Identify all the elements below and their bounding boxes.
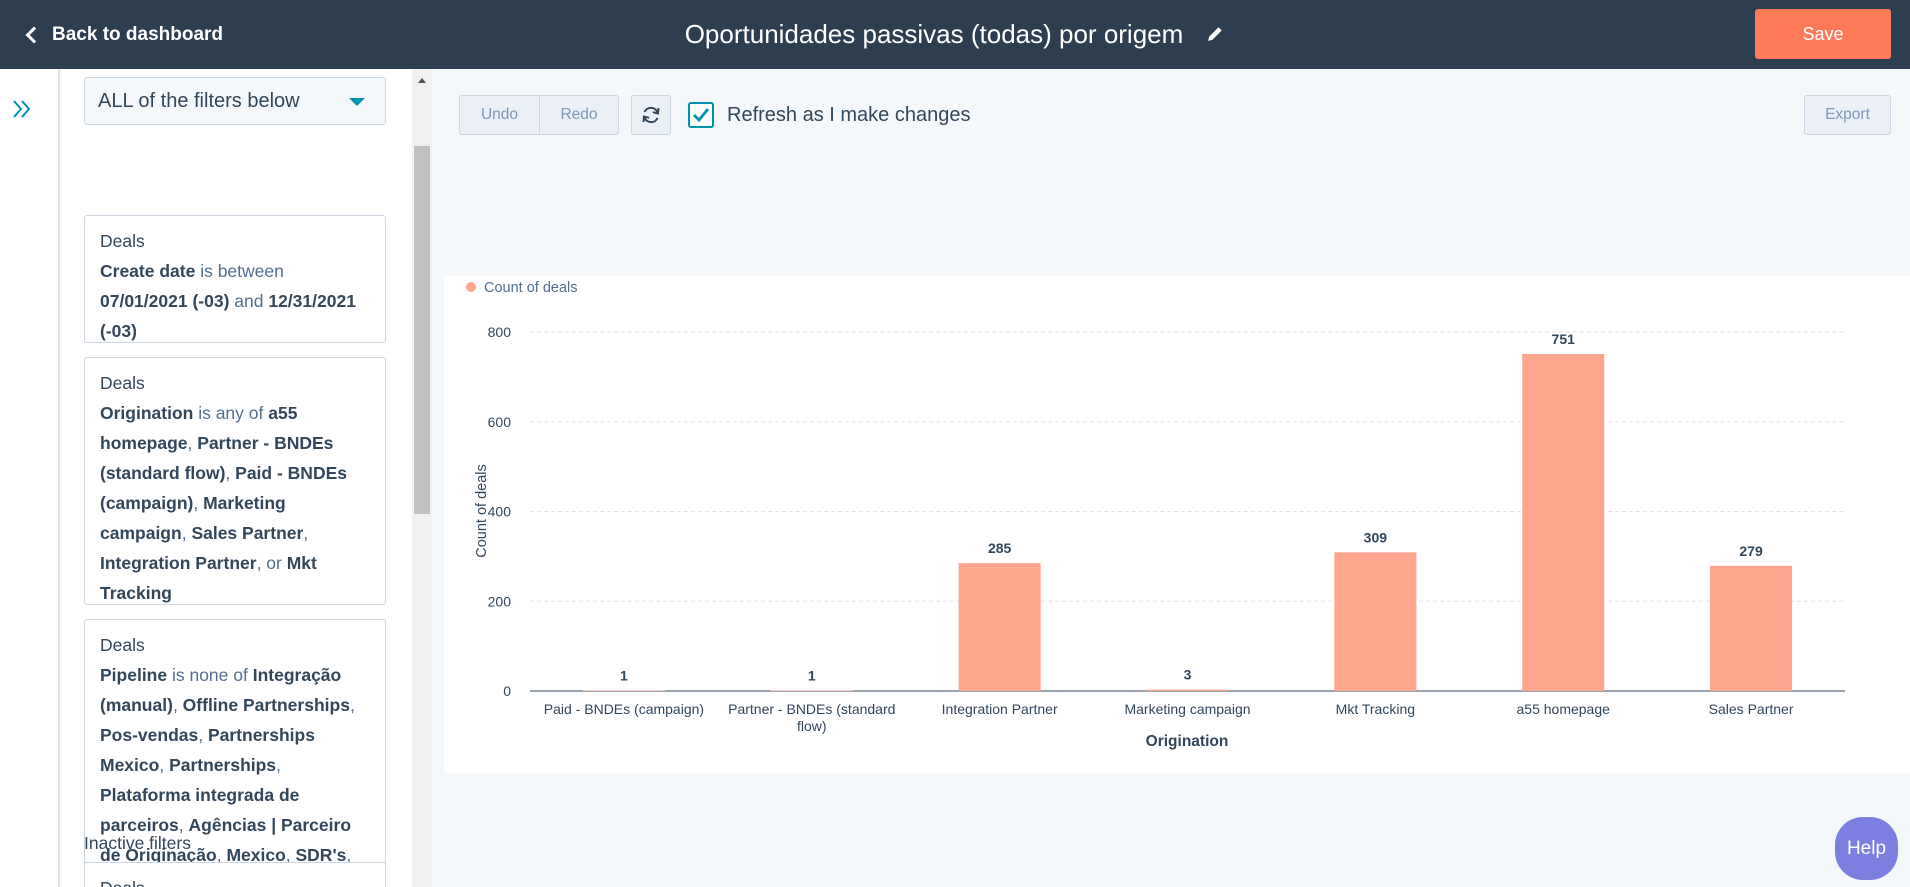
filter-value: Offline Partnerships [182, 695, 350, 715]
filter-operator: , [178, 815, 189, 835]
filter-card[interactable]: Deals Create date is between 07/01/2021 (… [84, 215, 386, 343]
filter-operator: , [303, 523, 309, 543]
bar [1146, 689, 1229, 691]
filter-mode-value: ALL of the filters below [98, 89, 300, 112]
legend-label: Count of deals [484, 280, 578, 296]
bar-value-label: 285 [988, 540, 1012, 556]
save-button[interactable]: Save [1755, 9, 1891, 59]
double-chevron-right-icon[interactable] [10, 97, 34, 121]
pencil-icon[interactable] [1205, 24, 1225, 44]
x-tick-label: Mkt Tracking [1336, 701, 1415, 717]
bar [1710, 565, 1793, 691]
filter-value: Integration Partner [100, 553, 257, 573]
caret-down-icon [349, 98, 365, 106]
x-tick-label: Integration Partner [942, 701, 1058, 717]
x-tick-label: Marketing campaign [1124, 701, 1250, 717]
x-tick-label: flow) [797, 718, 827, 734]
y-axis-label: Count of deals [474, 464, 490, 558]
inactive-filters-label: Inactive filters [84, 833, 191, 853]
undo-redo-group: Undo Redo [459, 95, 619, 135]
filter-operator: and [229, 291, 269, 311]
filter-value: Sales Partner [191, 523, 304, 543]
y-tick-label: 600 [488, 414, 512, 430]
filter-object: Deals [100, 873, 370, 887]
x-tick-label: Partner - BNDEs (standard [728, 701, 895, 717]
filter-mode-select[interactable]: ALL of the filters below [84, 77, 386, 125]
bar-value-label: 1 [620, 668, 628, 684]
bar-value-label: 1 [808, 668, 816, 684]
filter-card[interactable]: Deals Pipeline is none of Integração (man… [84, 619, 386, 887]
filter-value: 07/01/2021 (-03) [100, 291, 230, 311]
filter-value: Pos-vendas [100, 725, 199, 745]
filter-object: Deals [100, 373, 145, 393]
help-button[interactable]: Help [1835, 817, 1898, 880]
scroll-up-arrow-icon[interactable] [418, 78, 426, 83]
main-area: Undo Redo Refresh as I make changes Expo… [432, 69, 1910, 887]
bar [770, 690, 853, 692]
filters-scroll-thumb[interactable] [414, 146, 430, 514]
x-tick-label: Paid - BNDEs (campaign) [544, 701, 704, 717]
refresh-checkbox-label: Refresh as I make changes [727, 104, 971, 126]
y-tick-label: 400 [488, 504, 512, 520]
report-title: Oportunidades passivas (todas) por orige… [684, 19, 1184, 49]
y-tick-label: 800 [488, 324, 512, 340]
x-tick-label: Sales Partner [1709, 701, 1794, 717]
filter-operator: , [181, 523, 192, 543]
redo-button[interactable]: Redo [539, 96, 618, 134]
refresh-icon [642, 106, 660, 124]
filter-operator: is between [195, 261, 284, 281]
refresh-checkbox[interactable] [688, 102, 714, 128]
filter-operator: is none of [167, 665, 253, 685]
legend-swatch [466, 282, 476, 292]
filter-operator: , [193, 493, 204, 513]
filter-value: Pipeline [100, 665, 168, 685]
filter-card[interactable]: Deals Origination is any of a55 homepage,… [84, 357, 386, 605]
filter-value: Create date [100, 261, 196, 281]
top-bar: Back to dashboard Oportunidades passivas… [0, 0, 1910, 69]
filter-operator: , [349, 695, 355, 715]
back-label: Back to dashboard [52, 24, 224, 45]
bar [582, 690, 665, 692]
bar-value-label: 279 [1739, 543, 1763, 559]
filter-condition: Create date is between 07/01/2021 (-03) … [100, 256, 370, 346]
filter-object: Deals [100, 635, 145, 655]
export-button[interactable]: Export [1804, 95, 1891, 135]
bar-value-label: 751 [1552, 331, 1576, 347]
checkmark-icon [693, 108, 710, 123]
filter-value: Origination [100, 403, 194, 423]
refresh-button[interactable] [631, 95, 671, 135]
filter-condition: Origination is any of a55 homepage, Part… [100, 398, 370, 608]
filter-object: Deals [100, 231, 145, 251]
bar-value-label: 3 [1184, 667, 1192, 683]
filter-operator: , [198, 725, 208, 745]
filter-operator: , [276, 755, 281, 775]
bar-value-label: 309 [1364, 529, 1388, 545]
chart-card: Count of deals 0 200 400 600 800 Count of deal… [444, 276, 1910, 774]
bar [958, 563, 1041, 691]
filter-operator: , [159, 755, 170, 775]
filter-operator: , or [256, 553, 287, 573]
undo-button[interactable]: Undo [460, 96, 539, 134]
bar-chart: Count of deals 0 200 400 600 800 Count of deal… [466, 280, 1845, 750]
bar [1334, 552, 1417, 691]
filters-panel: ALL of the filters below Deals Create dat… [62, 69, 412, 887]
y-tick-label: 200 [488, 593, 512, 609]
y-tick-label: 0 [503, 683, 511, 699]
filter-operator: , [187, 433, 198, 453]
x-axis-label: Origination [1146, 733, 1229, 750]
x-tick-label: a55 homepage [1517, 701, 1611, 717]
chevron-left-icon [25, 26, 43, 44]
filter-operator: , [225, 463, 236, 483]
bar [1522, 353, 1605, 691]
back-to-dashboard-link[interactable]: Back to dashboard [24, 20, 223, 50]
filter-value: Partnerships [169, 755, 277, 775]
filter-operator: , [172, 695, 183, 715]
filter-operator: is any of [193, 403, 269, 423]
inactive-filter-card[interactable]: Deals [84, 862, 386, 887]
left-rail [0, 69, 60, 887]
